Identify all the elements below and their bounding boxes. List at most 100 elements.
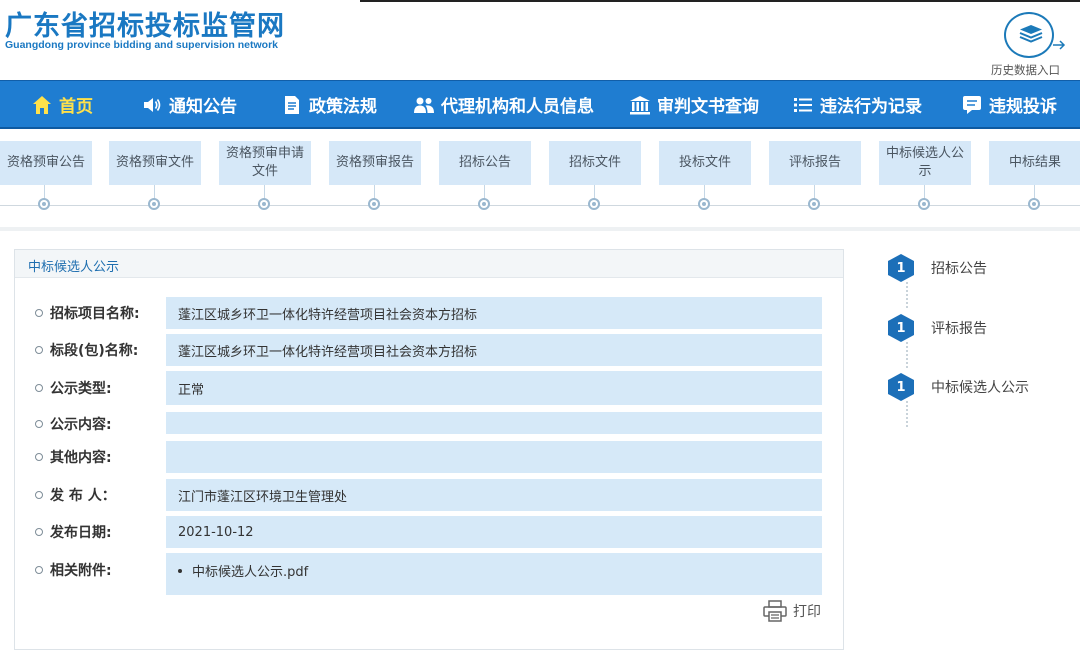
timeline-label: 评标报告: [931, 321, 987, 337]
nav-label-complaints: 违规投诉: [989, 97, 1057, 117]
bullet-icon: [35, 384, 43, 392]
bullet-icon: [35, 453, 43, 461]
field-publisher: 发 布 人： 江门市蓬江区环境卫生管理处: [15, 479, 843, 511]
site-subtitle: Guangdong province bidding and supervisi…: [5, 39, 279, 51]
nav-label-notices: 通知公告: [169, 97, 237, 117]
panel-title: 中标候选人公示: [28, 260, 120, 275]
hexagon-badge: 1: [888, 254, 914, 282]
step-dot: [478, 198, 490, 210]
courthouse-icon: [629, 94, 651, 116]
step-tender-file[interactable]: 招标文件: [549, 141, 641, 185]
field-section-name: 标段(包)名称: 蓬江区城乡环卫一体化特许经营项目社会资本方招标: [15, 334, 843, 366]
step-dot: [148, 198, 160, 210]
print-label: 打印: [793, 604, 821, 620]
bullet-icon: [35, 309, 43, 317]
step-label: 招标公告: [458, 155, 511, 170]
field-value: 江门市蓬江区环境卫生管理处: [166, 479, 822, 511]
timeline-connector: [906, 282, 908, 308]
step-label: 资格预审申请文件: [225, 146, 304, 179]
field-value: 正常: [166, 371, 822, 405]
step-label: 中标结果: [1008, 155, 1061, 170]
nav-item-complaints[interactable]: 违规投诉: [961, 81, 1057, 128]
list-icon: [792, 94, 814, 116]
field-value: 中标候选人公示.pdf: [166, 553, 822, 595]
printer-icon: [763, 600, 787, 622]
bullet-icon: [35, 491, 43, 499]
field-value: 蓬江区城乡环卫一体化特许经营项目社会资本方招标: [166, 334, 822, 366]
step-label: 评标报告: [788, 155, 841, 170]
field-value: 2021-10-12: [166, 516, 822, 548]
people-icon: [413, 94, 435, 116]
step-label: 投标文件: [678, 155, 731, 170]
bullet-icon: [35, 346, 43, 354]
field-publish-date: 发布日期: 2021-10-12: [15, 516, 843, 548]
field-notice-type: 公示类型: 正常: [15, 371, 843, 405]
home-icon: [31, 94, 53, 116]
print-button[interactable]: 打印: [763, 600, 821, 622]
step-evaluation-report[interactable]: 评标报告: [769, 141, 861, 185]
step-prequal-report[interactable]: 资格预审报告: [329, 141, 421, 185]
field-value: [166, 412, 822, 434]
nav-item-home[interactable]: 首页: [31, 81, 93, 128]
nav-item-notices[interactable]: 通知公告: [141, 81, 237, 128]
step-tender-notice[interactable]: 招标公告: [439, 141, 531, 185]
header-divider: [360, 0, 1080, 2]
attachment-link[interactable]: 中标候选人公示.pdf: [178, 561, 308, 580]
related-timeline: 1 招标公告 1 评标报告 1 中标候选人公示: [888, 250, 1078, 440]
field-label: 公示内容:: [50, 417, 112, 433]
history-label: 历史数据入口: [991, 63, 1060, 77]
step-prequal-notice[interactable]: 资格预审公告: [0, 141, 92, 185]
site-header: 广东省招标投标监管网 Guangdong province bidding an…: [0, 0, 1080, 80]
field-other-content: 其他内容:: [15, 441, 843, 473]
document-icon: [281, 94, 303, 116]
step-dot: [698, 198, 710, 210]
field-label: 相关附件:: [50, 563, 112, 579]
step-prequal-file[interactable]: 资格预审文件: [109, 141, 201, 185]
field-attachments: 相关附件: 中标候选人公示.pdf: [15, 553, 843, 595]
field-label: 其他内容:: [50, 450, 112, 466]
nav-item-judgments[interactable]: 审判文书查询: [629, 81, 759, 128]
steps-divider: [0, 227, 1080, 231]
timeline-item-evaluation-report[interactable]: 1 评标报告: [888, 313, 987, 343]
nav-label-violations: 违法行为记录: [820, 97, 922, 117]
hexagon-badge: 1: [888, 314, 914, 342]
field-label: 发 布 人：: [50, 488, 116, 504]
bullet-icon: [35, 566, 43, 574]
database-stack-icon: [1019, 25, 1043, 43]
attachment-name: 中标候选人公示.pdf: [192, 565, 309, 580]
nav-item-agencies[interactable]: 代理机构和人员信息: [413, 81, 594, 128]
step-dot: [588, 198, 600, 210]
step-label: 资格预审公告: [6, 155, 85, 170]
complaint-icon: [961, 94, 983, 116]
field-label: 标段(包)名称:: [50, 343, 139, 359]
step-award-result[interactable]: 中标结果: [989, 141, 1080, 185]
field-notice-content: 公示内容:: [15, 412, 843, 434]
step-dot: [918, 198, 930, 210]
detail-panel: 中标候选人公示 招标项目名称: 蓬江区城乡环卫一体化特许经营项目社会资本方招标 …: [14, 249, 844, 650]
process-steps: 资格预审公告 资格预审文件 资格预审申请文件 资格预审报告 招标公告 招标文件 …: [0, 129, 1080, 232]
nav-label-home: 首页: [59, 97, 93, 117]
timeline-connector: [906, 401, 908, 427]
timeline-item-candidate-notice[interactable]: 1 中标候选人公示: [888, 372, 1029, 402]
step-label: 资格预审报告: [335, 155, 414, 170]
arrow-icon: [1053, 40, 1066, 50]
nav-item-violations[interactable]: 违法行为记录: [792, 81, 922, 128]
nav-label-judgments: 审判文书查询: [657, 97, 759, 117]
main-navbar: 首页 通知公告 政策法规 代理机构和人员信息 审判文书查询 违法行为记录 违规投…: [0, 80, 1080, 129]
step-label: 招标文件: [568, 155, 621, 170]
nav-item-policies[interactable]: 政策法规: [281, 81, 377, 128]
field-value: 蓬江区城乡环卫一体化特许经营项目社会资本方招标: [166, 297, 822, 329]
timeline-label: 中标候选人公示: [931, 380, 1029, 396]
step-label: 中标候选人公示: [885, 146, 964, 179]
step-dot: [368, 198, 380, 210]
step-dot: [1028, 198, 1040, 210]
site-title[interactable]: 广东省招标投标监管网: [5, 4, 285, 43]
timeline-item-tender-notice[interactable]: 1 招标公告: [888, 253, 987, 283]
field-value: [166, 441, 822, 473]
step-candidate-notice[interactable]: 中标候选人公示: [879, 141, 971, 185]
step-bid-file[interactable]: 投标文件: [659, 141, 751, 185]
history-data-entry[interactable]: 历史数据入口: [985, 10, 1080, 77]
field-label: 发布日期:: [50, 525, 112, 541]
nav-label-agencies: 代理机构和人员信息: [441, 97, 594, 117]
step-prequal-application[interactable]: 资格预审申请文件: [219, 141, 311, 185]
